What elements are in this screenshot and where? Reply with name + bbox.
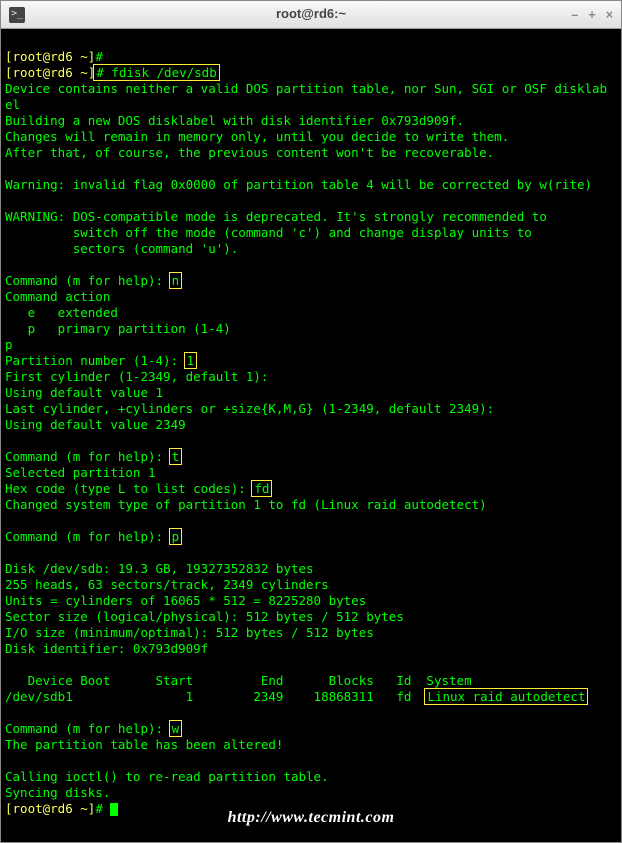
user-host: [root@rd6 ~]	[5, 801, 95, 816]
blank-line	[5, 257, 13, 272]
output-line: sectors (command 'u').	[5, 241, 238, 256]
output-line: e extended	[5, 305, 118, 320]
output-line: switch off the mode (command 'c') and ch…	[5, 225, 532, 240]
cmd-label: Command (m for help):	[5, 721, 171, 736]
blank-line	[5, 545, 13, 560]
output-line: First cylinder (1-2349, default 1):	[5, 369, 268, 384]
minimize-button[interactable]: –	[571, 7, 578, 23]
output-line: Command (m for help): n	[5, 273, 180, 288]
blank-line	[5, 433, 13, 448]
output-line: Sector size (logical/physical): 512 byte…	[5, 609, 404, 624]
window-title: root@rd6:~	[1, 6, 621, 23]
output-line: Changed system type of partition 1 to fd…	[5, 497, 487, 512]
output-line: Disk /dev/sdb: 19.3 GB, 19327352832 byte…	[5, 561, 314, 576]
input-p: p	[169, 528, 183, 545]
output-line: Device contains neither a valid DOS part…	[5, 81, 607, 96]
input-1: 1	[184, 352, 198, 369]
prompt: [root@rd6 ~]#	[5, 801, 118, 816]
input-w: w	[169, 720, 183, 737]
output-line: Warning: invalid flag 0x0000 of partitio…	[5, 177, 592, 192]
output-line: Units = cylinders of 16065 * 512 = 82252…	[5, 593, 366, 608]
output-line: Command action	[5, 289, 110, 304]
output-line: Calling ioctl() to re-read partition tab…	[5, 769, 329, 784]
table-header: Device Boot Start End Blocks Id System	[5, 673, 472, 688]
blank-line	[5, 193, 13, 208]
output-line: WARNING: DOS-compatible mode is deprecat…	[5, 209, 547, 224]
output-line: el	[5, 97, 20, 112]
output-line: The partition table has been altered!	[5, 737, 283, 752]
output-line: Using default value 2349	[5, 417, 186, 432]
output-line: Building a new DOS disklabel with disk i…	[5, 113, 464, 128]
output-line: I/O size (minimum/optimal): 512 bytes / …	[5, 625, 374, 640]
hex-label: Hex code (type L to list codes):	[5, 481, 253, 496]
user-host: [root@rd6 ~]	[5, 49, 95, 64]
terminal-icon: >_	[9, 7, 25, 23]
input-fd: fd	[251, 480, 272, 497]
terminal-window: >_ root@rd6:~ – + × [root@rd6 ~]# [root@…	[0, 0, 622, 843]
hash: #	[96, 65, 104, 80]
cmd-label: Command (m for help):	[5, 529, 171, 544]
output-line: p primary partition (1-4)	[5, 321, 231, 336]
cursor-icon	[110, 803, 118, 816]
cmd-label: Command (m for help):	[5, 273, 171, 288]
table-row: /dev/sdb1 1 2349 18868311 fd Linux raid …	[5, 689, 586, 704]
command-fdisk: fdisk /dev/sdb	[104, 65, 217, 80]
output-line: Syncing disks.	[5, 785, 110, 800]
output-line: Disk identifier: 0x793d909f	[5, 641, 208, 656]
output-line: Using default value 1	[5, 385, 163, 400]
output-line: Last cylinder, +cylinders or +size{K,M,G…	[5, 401, 494, 416]
output-line: Changes will remain in memory only, unti…	[5, 129, 509, 144]
close-button[interactable]: ×	[606, 7, 613, 23]
watermark: http://www.tecmint.com	[228, 808, 395, 828]
output-line: Command (m for help): w	[5, 721, 180, 736]
output-line: Selected partition 1	[5, 465, 156, 480]
window-controls: – + ×	[571, 7, 613, 23]
output-line: Command (m for help): p	[5, 529, 180, 544]
system-type: Linux raid autodetect	[424, 688, 588, 705]
blank-line	[5, 657, 13, 672]
output-line: Command (m for help): t	[5, 449, 180, 464]
output-line: After that, of course, the previous cont…	[5, 145, 494, 160]
prompt: [root@rd6 ~]#	[5, 49, 103, 64]
cmd-label: Command (m for help):	[5, 449, 171, 464]
blank-line	[5, 513, 13, 528]
pnum-label: Partition number (1-4):	[5, 353, 186, 368]
user-host: [root@rd6 ~]	[5, 65, 95, 80]
output-line: Hex code (type L to list codes): fd	[5, 481, 270, 496]
maximize-button[interactable]: +	[588, 7, 595, 23]
blank-line	[5, 161, 13, 176]
blank-line	[5, 753, 13, 768]
row-prefix: /dev/sdb1 1 2349 18868311 fd	[5, 689, 426, 704]
cmd-highlight: # fdisk /dev/sdb	[93, 64, 219, 81]
hash: #	[95, 801, 110, 816]
blank-line	[5, 705, 13, 720]
output-line: p	[5, 337, 13, 352]
terminal-body[interactable]: [root@rd6 ~]# [root@rd6 ~]# fdisk /dev/s…	[1, 29, 621, 842]
titlebar[interactable]: >_ root@rd6:~ – + ×	[1, 1, 621, 29]
input-t: t	[169, 448, 183, 465]
hash: #	[95, 49, 103, 64]
input-n: n	[169, 272, 183, 289]
prompt: [root@rd6 ~]# fdisk /dev/sdb	[5, 65, 218, 80]
output-line: 255 heads, 63 sectors/track, 2349 cylind…	[5, 577, 329, 592]
output-line: Partition number (1-4): 1	[5, 353, 195, 368]
